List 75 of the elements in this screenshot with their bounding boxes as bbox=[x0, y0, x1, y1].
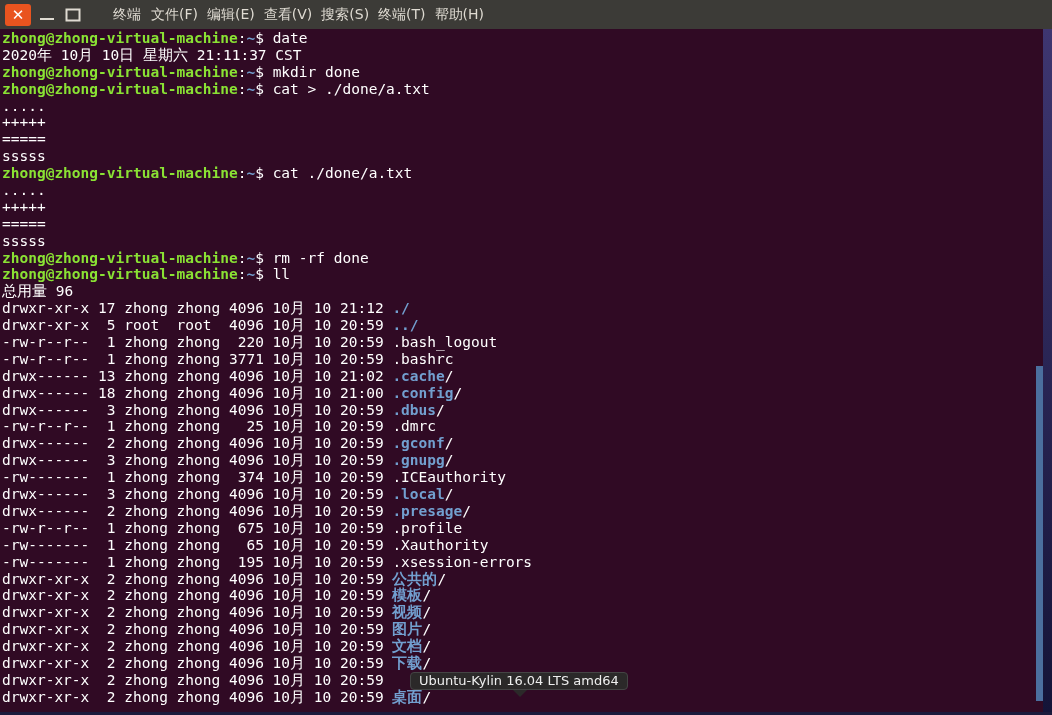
file-info: drwx------ 3 zhong zhong 4096 10月 10 20:59 bbox=[2, 452, 384, 469]
file-name: 图片/ bbox=[392, 621, 432, 638]
tooltip-pointer bbox=[513, 690, 527, 697]
file-name: ../ bbox=[392, 317, 419, 334]
file-name: .Xauthority bbox=[392, 536, 489, 553]
window-title: 终端 bbox=[113, 5, 141, 24]
output-line: 2020年 10月 10日 星期六 21:11:37 CST bbox=[2, 46, 303, 64]
file-name: .profile bbox=[392, 519, 463, 536]
file-name: .dmrc bbox=[392, 418, 437, 435]
file-info: -rw-r--r-- 1 zhong zhong 25 10月 10 20:59 bbox=[2, 418, 384, 435]
menu-item[interactable]: 帮助(H) bbox=[434, 5, 485, 24]
file-name: .bash_logout bbox=[392, 334, 498, 351]
prompt-line: zhong@zhong-virtual-machine:~$ ll bbox=[2, 266, 292, 284]
file-info: drwx------ 3 zhong zhong 4096 10月 10 20:59 bbox=[2, 401, 384, 418]
file-name: .config/ bbox=[392, 384, 463, 401]
file-info: drwx------ 18 zhong zhong 4096 10月 10 21:00 bbox=[2, 384, 384, 401]
file-name: .gnupg/ bbox=[392, 452, 454, 469]
menu-item[interactable]: 终端(T) bbox=[378, 5, 426, 24]
file-name: 视频/ bbox=[392, 604, 432, 621]
file-info: drwxr-xr-x 2 zhong zhong 4096 10月 10 20:59 bbox=[2, 638, 384, 655]
file-name: ./ bbox=[392, 300, 410, 317]
file-name: .gconf/ bbox=[392, 435, 454, 452]
file-name: .local/ bbox=[392, 486, 454, 503]
file-info: drwxr-xr-x 2 zhong zhong 4096 10月 10 20:59 bbox=[2, 587, 384, 604]
maximize-icon[interactable] bbox=[63, 7, 83, 22]
menu-item[interactable]: 搜索(S) bbox=[321, 5, 370, 24]
file-info: drwxr-xr-x 2 zhong zhong 4096 10月 10 20:59 bbox=[2, 688, 384, 705]
output-line: 总用量 96 bbox=[2, 283, 75, 301]
prompt-line: zhong@zhong-virtual-machine:~$ date bbox=[2, 30, 309, 47]
prompt-line: zhong@zhong-virtual-machine:~$ cat > ./done/a.txt bbox=[2, 80, 431, 98]
file-info: -rw------- 1 zhong zhong 374 10月 10 20:59 bbox=[2, 469, 384, 486]
close-button[interactable]: ✕ bbox=[5, 3, 31, 26]
menu-item[interactable]: 编辑(E) bbox=[207, 5, 255, 24]
file-info: drwxr-xr-x 2 zhong zhong 4096 10月 10 20:59 bbox=[2, 621, 384, 638]
file-info: drwxr-xr-x 2 zhong zhong 4096 10月 10 20:59 bbox=[2, 570, 384, 587]
prompt-line: zhong@zhong-virtual-machine:~$ cat ./done/a.txt bbox=[2, 165, 414, 182]
file-name: .dbus/ bbox=[392, 401, 445, 418]
file-info: drwxr-xr-x 2 zhong zhong 4096 10月 10 20:59 bbox=[2, 604, 384, 621]
file-name: 公共的/ bbox=[392, 570, 447, 587]
scrollbar[interactable] bbox=[1036, 366, 1043, 701]
tooltip: Ubuntu-Kylin 16.04 LTS amd64 bbox=[410, 672, 628, 690]
file-info: -rw-r--r-- 1 zhong zhong 3771 10月 10 20:59 bbox=[2, 350, 384, 367]
file-info: drwx------ 13 zhong zhong 4096 10月 10 21:02 bbox=[2, 367, 384, 384]
file-name: 下载/ bbox=[392, 654, 432, 671]
file-info: drwx------ 3 zhong zhong 4096 10月 10 20:59 bbox=[2, 486, 384, 503]
output-line: sssss bbox=[2, 148, 47, 166]
file-name: .presage/ bbox=[392, 502, 471, 519]
output-line: ===== bbox=[2, 131, 47, 149]
output-line: +++++ bbox=[2, 198, 47, 216]
file-info: drwx------ 2 zhong zhong 4096 10月 10 20:59 bbox=[2, 435, 384, 452]
menu-item[interactable]: 查看(V) bbox=[263, 5, 313, 24]
file-info: -rw------- 1 zhong zhong 65 10月 10 20:59 bbox=[2, 536, 384, 553]
output-line: ..... bbox=[2, 97, 47, 115]
output-line: ===== bbox=[2, 215, 47, 233]
prompt-line: zhong@zhong-virtual-machine:~$ rm -rf done bbox=[2, 249, 370, 267]
file-name: .cache/ bbox=[392, 367, 454, 384]
file-name: .bashrc bbox=[392, 350, 454, 367]
file-info: drwxr-xr-x 2 zhong zhong 4096 10月 10 20:59 bbox=[2, 654, 384, 671]
file-info: drwxr-xr-x 2 zhong zhong 4096 10月 10 20:59 bbox=[2, 671, 384, 688]
file-info: -rw-r--r-- 1 zhong zhong 220 10月 10 20:59 bbox=[2, 334, 384, 351]
file-name: .ICEauthority bbox=[392, 469, 506, 486]
file-name: 文档/ bbox=[392, 638, 432, 655]
output-line: +++++ bbox=[2, 114, 47, 132]
file-name: .xsession-errors bbox=[392, 553, 533, 570]
file-info: drwxr-xr-x 5 root root 4096 10月 10 20:59 bbox=[2, 317, 384, 334]
menu-item[interactable]: 文件(F) bbox=[151, 5, 198, 24]
file-info: drwxr-xr-x 17 zhong zhong 4096 10月 10 21:12 bbox=[2, 300, 384, 317]
file-info: drwx------ 2 zhong zhong 4096 10月 10 20:59 bbox=[2, 502, 384, 519]
output-line: ..... bbox=[2, 182, 47, 199]
prompt-line: zhong@zhong-virtual-machine:~$ mkdir done bbox=[2, 63, 361, 81]
file-info: -rw------- 1 zhong zhong 195 10月 10 20:59 bbox=[2, 553, 384, 570]
output-line: sssss bbox=[2, 232, 47, 250]
file-info: -rw-r--r-- 1 zhong zhong 675 10月 10 20:59 bbox=[2, 519, 384, 536]
file-name: 模板/ bbox=[392, 587, 432, 604]
file-name: 桌面/ bbox=[392, 688, 432, 705]
